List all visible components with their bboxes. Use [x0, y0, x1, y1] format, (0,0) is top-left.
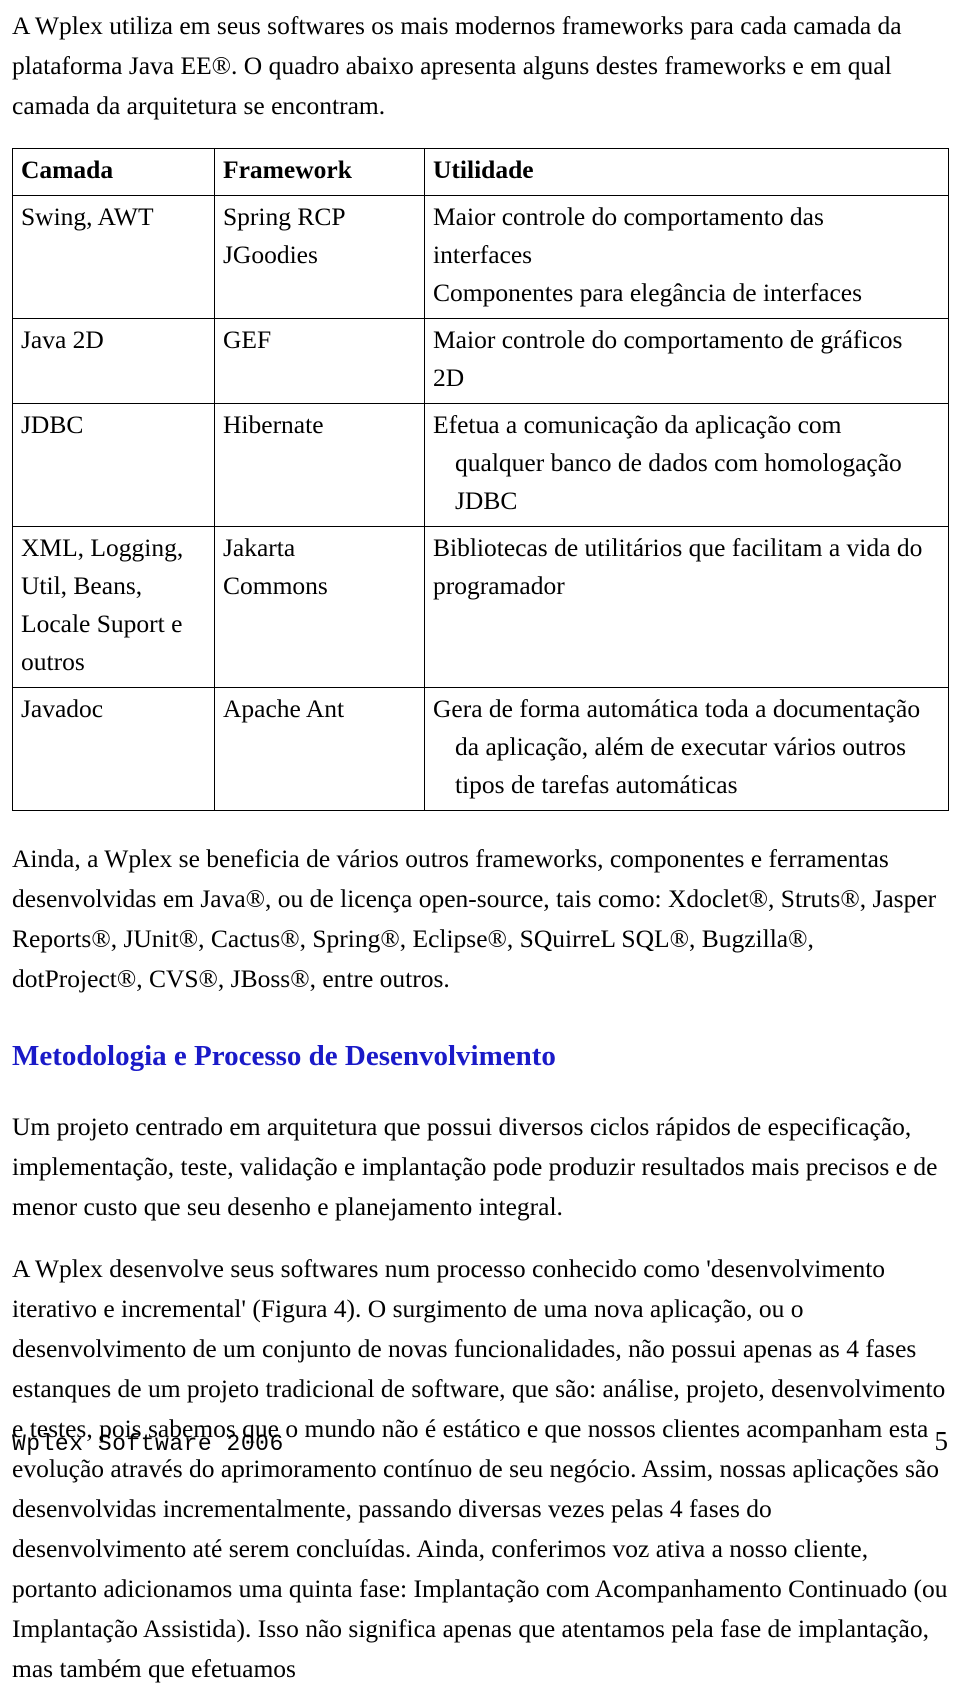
cell-text-line: interfaces	[433, 240, 533, 269]
document-page: A Wplex utiliza em seus softwares os mai…	[0, 0, 960, 1683]
table-row: Swing, AWT Spring RCP JGoodies Maior contro…	[12, 195, 949, 319]
cell-framework: Spring RCP JGoodies	[214, 195, 425, 319]
cell-utilidade: Bibliotecas de utilitários que facilitam…	[424, 526, 949, 688]
table-row: XML, Logging, Util, Beans, Locale Suport…	[12, 526, 949, 688]
table-row: Javadoc Apache Ant Gera de forma automátic…	[12, 687, 949, 811]
cell-camada: XML, Logging, Util, Beans, Locale Suport…	[12, 526, 215, 688]
table-body: Swing, AWT Spring RCP JGoodies Maior contro…	[12, 195, 949, 811]
cell-text-line: Jakarta	[223, 533, 296, 562]
intro-paragraph: A Wplex utiliza em seus softwares os mai…	[12, 11, 902, 120]
cell-text-line: tipos de tarefas automáticas	[455, 770, 738, 799]
footer-company-text: Wplex Software 2006	[12, 1431, 284, 1457]
section-paragraph-2: A Wplex desenvolve seus softwares num pr…	[12, 1254, 948, 1683]
cell-text-line: da aplicação, além de executar vários ou…	[455, 732, 906, 761]
section-paragraph-1: Um projeto centrado em arquitetura que p…	[12, 1112, 938, 1221]
cell-text-line: JGoodies	[223, 240, 318, 269]
frameworks-table: Camada Framework Utilidade Swing, AWT Spr…	[12, 148, 949, 811]
cell-camada: Java 2D	[12, 318, 215, 404]
cell-text-line: JDBC	[455, 486, 518, 515]
section-heading: Metodologia e Processo de Desenvolviment…	[12, 1040, 556, 1072]
cell-utilidade: Efetua a comunicação da aplicação com qua…	[424, 403, 949, 527]
after-table-paragraph: Ainda, a Wplex se beneficia de vários ou…	[12, 844, 937, 993]
cell-utilidade: Maior controle do comportamento das inter…	[424, 195, 949, 319]
cell-text-line: 2D	[433, 363, 465, 392]
page-footer: Wplex Software 2006 5	[12, 1426, 948, 1460]
footer-page-number: 5	[934, 1426, 949, 1456]
cell-text-line: Spring RCP	[223, 202, 346, 231]
table-row: Java 2D GEF Maior controle do comportament…	[12, 318, 949, 404]
cell-text-line: Efetua a comunicação da aplicação com	[433, 410, 842, 439]
cell-text-line: programador	[433, 571, 565, 600]
cell-camada: Swing, AWT	[12, 195, 215, 319]
table-header-framework: Framework	[214, 148, 425, 196]
cell-text-line: Maior controle do comportamento das	[433, 202, 824, 231]
cell-text-line: Componentes para elegância de interfaces	[433, 278, 863, 307]
cell-text-line: Commons	[223, 571, 328, 600]
cell-camada: JDBC	[12, 403, 215, 527]
table-header-row: Camada Framework Utilidade	[12, 148, 949, 196]
cell-framework: Apache Ant	[214, 687, 425, 811]
cell-text-line: Maior controle do comportamento de gráfi…	[433, 325, 903, 354]
cell-text-line: Gera de forma automática toda a document…	[433, 694, 921, 723]
table-row: JDBC Hibernate Efetua a comunicação da apl…	[12, 403, 949, 527]
cell-camada: Javadoc	[12, 687, 215, 811]
cell-text-line: Bibliotecas de utilitários que facilitam…	[433, 533, 923, 562]
cell-framework: Jakarta Commons	[214, 526, 425, 688]
table-header-utilidade: Utilidade	[424, 148, 949, 196]
cell-text-line: qualquer banco de dados com homologação	[455, 448, 902, 477]
cell-framework: GEF	[214, 318, 425, 404]
table-header-camada: Camada	[12, 148, 215, 196]
cell-framework: Hibernate	[214, 403, 425, 527]
cell-utilidade: Maior controle do comportamento de gráfi…	[424, 318, 949, 404]
cell-text-line: Hibernate	[223, 410, 324, 439]
cell-text-line: GEF	[223, 325, 272, 354]
cell-text-line: Apache Ant	[223, 694, 345, 723]
cell-utilidade: Gera de forma automática toda a document…	[424, 687, 949, 811]
